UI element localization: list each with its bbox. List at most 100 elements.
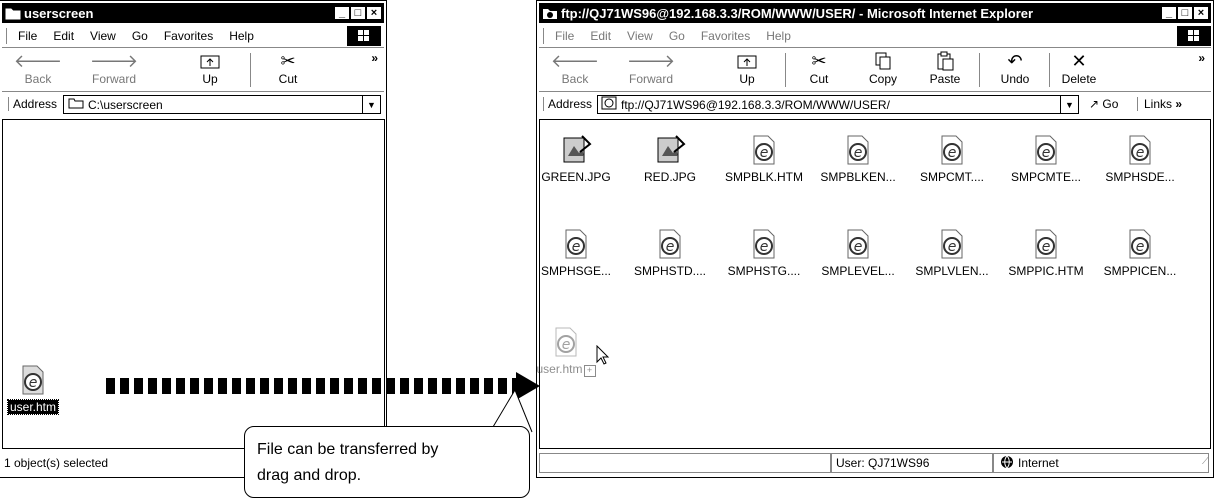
- arrow-dash: [456, 378, 465, 394]
- cut-button[interactable]: ✂ Cut: [260, 51, 316, 91]
- ftp-file-item[interactable]: e SMPHSTD....: [626, 228, 714, 278]
- svg-text:e: e: [1136, 239, 1145, 255]
- toolbar-overflow-icon[interactable]: »: [371, 51, 378, 65]
- up-button[interactable]: Up: [182, 51, 238, 91]
- close-button[interactable]: ×: [1193, 6, 1209, 20]
- ftp-file-item[interactable]: e SMPLEVEL...: [814, 228, 902, 278]
- ftp-file-item[interactable]: RED.JPG: [626, 134, 714, 184]
- close-button[interactable]: ×: [366, 6, 382, 20]
- ftp-file-item[interactable]: e SMPCMT....: [908, 134, 996, 184]
- file-label: SMPHSTD....: [633, 264, 706, 278]
- resize-grip-icon[interactable]: ⟋: [1202, 456, 1209, 467]
- menu-file[interactable]: File: [18, 29, 37, 43]
- svg-text:e: e: [572, 239, 581, 255]
- right-menu-bar: File Edit View Go Favorites Help: [539, 25, 1211, 48]
- folder-icon: [5, 6, 21, 20]
- chevron-down-icon[interactable]: ▼: [1060, 96, 1078, 113]
- menu-help[interactable]: Help: [229, 29, 254, 43]
- file-label: SMPHSDE...: [1105, 170, 1175, 184]
- undo-button[interactable]: ↶ Undo: [987, 51, 1043, 91]
- address-label: Address: [8, 97, 57, 111]
- file-label: user.htm: [6, 399, 60, 415]
- copy-button[interactable]: Copy: [855, 51, 911, 91]
- status-pane-user: User: QJ71WS96: [831, 453, 993, 473]
- menu-view[interactable]: View: [90, 29, 116, 43]
- arrow-dash: [442, 378, 451, 394]
- menu-help[interactable]: Help: [766, 29, 791, 43]
- menu-edit[interactable]: Edit: [590, 29, 611, 43]
- ie-html-file-icon: e: [550, 326, 582, 358]
- minimize-button[interactable]: _: [1161, 6, 1177, 20]
- ftp-file-item[interactable]: e SMPCMTE...: [1002, 134, 1090, 184]
- arrow-dash: [260, 378, 269, 394]
- arrow-dash: [204, 378, 213, 394]
- file-label: SMPHSTG....: [727, 264, 801, 278]
- maximize-button[interactable]: □: [350, 6, 366, 20]
- svg-text:e: e: [1042, 239, 1051, 255]
- ftp-file-pane[interactable]: GREEN.JPG RED.JPG e SMPBLK.HTM e SMPBLKEN... e…: [536, 119, 1211, 449]
- ftp-file-item[interactable]: e SMPLVLEN...: [908, 228, 996, 278]
- file-label: SMPHSGE...: [540, 264, 611, 278]
- forward-button[interactable]: 🡒 Forward: [86, 51, 142, 91]
- arrow-dash: [400, 378, 409, 394]
- menu-edit[interactable]: Edit: [53, 29, 74, 43]
- chevron-down-icon[interactable]: ▼: [362, 96, 380, 113]
- menu-go[interactable]: Go: [669, 29, 685, 43]
- arrow-dash: [344, 378, 353, 394]
- copy-icon: [855, 51, 911, 71]
- forward-button[interactable]: 🡒 Forward: [623, 51, 679, 91]
- arrow-dash: [414, 378, 423, 394]
- cut-button[interactable]: ✂ Cut: [791, 51, 847, 91]
- file-label: SMPCMT....: [919, 170, 984, 184]
- svg-text:e: e: [29, 375, 38, 391]
- go-button[interactable]: ↗ Go: [1089, 97, 1118, 111]
- windows-logo-icon: [347, 26, 381, 46]
- paste-button[interactable]: Paste: [917, 51, 973, 91]
- ie-html-file-icon: e: [842, 134, 874, 166]
- address-label: Address: [543, 97, 592, 111]
- svg-text:e: e: [948, 239, 957, 255]
- right-address-input[interactable]: ftp://QJ71WS96@192.168.3.3/ROM/WWW/USER/…: [597, 95, 1079, 114]
- left-toolbar: 🡐 Back 🡒 Forward Up ✂ Cut »: [2, 49, 384, 92]
- left-file-pane[interactable]: e user.htm: [2, 119, 385, 449]
- menu-favorites[interactable]: Favorites: [164, 29, 213, 43]
- svg-text:e: e: [854, 239, 863, 255]
- image-file-icon: [654, 134, 686, 166]
- arrow-dash: [372, 378, 381, 394]
- arrow-dash: [106, 378, 115, 394]
- menu-view[interactable]: View: [627, 29, 653, 43]
- menu-go[interactable]: Go: [132, 29, 148, 43]
- menu-file[interactable]: File: [555, 29, 574, 43]
- links-button[interactable]: Links »: [1137, 97, 1182, 111]
- ftp-file-item[interactable]: e SMPBLKEN...: [814, 134, 902, 184]
- ftp-file-item[interactable]: e SMPPIC.HTM: [1002, 228, 1090, 278]
- ftp-file-item[interactable]: e SMPHSTG....: [720, 228, 808, 278]
- menu-favorites[interactable]: Favorites: [701, 29, 750, 43]
- right-status-bar: User: QJ71WS96 Internet ⟋: [539, 453, 1211, 473]
- back-button[interactable]: 🡐 Back: [10, 51, 66, 91]
- paste-icon: [917, 51, 973, 71]
- left-address-input[interactable]: C:\userscreen ▼: [63, 95, 381, 114]
- file-label: SMPPICEN...: [1103, 264, 1177, 278]
- ie-html-file-icon: e: [1030, 134, 1062, 166]
- arrow-dash: [232, 378, 241, 394]
- delete-button[interactable]: ✕ Delete: [1051, 51, 1107, 91]
- right-title-bar[interactable]: ftp://QJ71WS96@192.168.3.3/ROM/WWW/USER/…: [539, 3, 1211, 23]
- ftp-file-item[interactable]: e SMPHSGE...: [532, 228, 620, 278]
- ftp-file-item[interactable]: e SMPPICEN...: [1096, 228, 1184, 278]
- ftp-file-item[interactable]: e SMPBLK.HTM: [720, 134, 808, 184]
- back-button[interactable]: 🡐 Back: [547, 51, 603, 91]
- left-title-bar[interactable]: userscreen _ □ ×: [2, 3, 384, 23]
- maximize-button[interactable]: □: [1177, 6, 1193, 20]
- ftp-file-item[interactable]: GREEN.JPG: [532, 134, 620, 184]
- delete-x-icon: ✕: [1071, 50, 1087, 71]
- ie-html-file-icon: e: [17, 364, 49, 396]
- up-button[interactable]: Up: [719, 51, 775, 91]
- svg-text:e: e: [854, 145, 863, 161]
- toolbar-overflow-icon[interactable]: »: [1198, 51, 1205, 65]
- ie-html-file-icon: e: [748, 228, 780, 260]
- up-folder-icon: [182, 51, 238, 71]
- minimize-button[interactable]: _: [334, 6, 350, 20]
- file-item-user-htm[interactable]: e user.htm: [0, 364, 77, 415]
- ftp-file-item[interactable]: e SMPHSDE...: [1096, 134, 1184, 184]
